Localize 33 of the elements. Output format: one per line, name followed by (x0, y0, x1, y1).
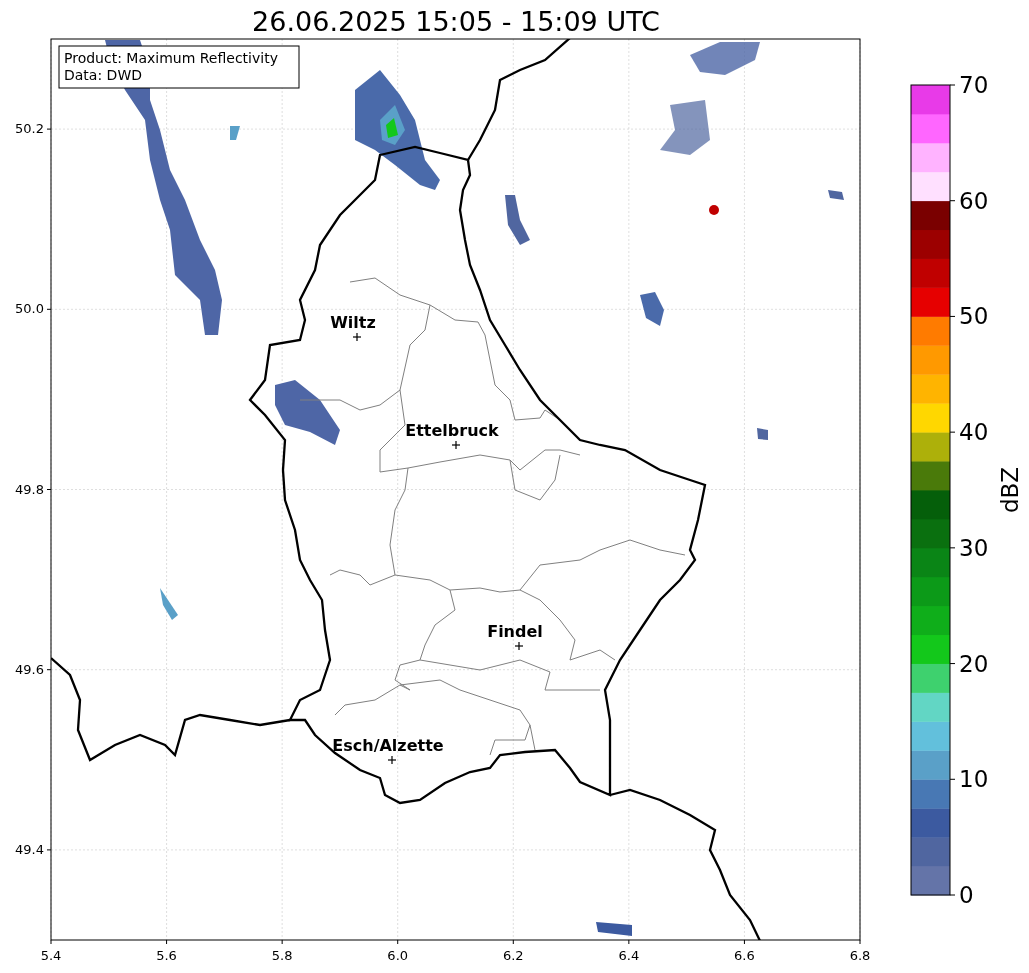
x-axis-tick-label: 5.4 (40, 948, 62, 963)
colorbar-label: dBZ (997, 466, 1023, 514)
colorbar-tick-label: 50 (959, 303, 989, 330)
colorbar-tick-label: 70 (959, 72, 989, 98)
city-label: Findel (487, 622, 543, 641)
colorbar-tick-label: 10 (959, 766, 989, 793)
colorbar-tick-label: 30 (959, 534, 989, 561)
city-marker-icon (451, 440, 461, 450)
x-axis-tick-label: 6.4 (618, 948, 640, 963)
y-axis-tick-label: 49.4 (15, 841, 44, 857)
colorbar-tick-label: 0 (959, 882, 974, 908)
city-marker-icon (352, 332, 362, 342)
y-axis-tick-label: 50.2 (15, 121, 44, 137)
x-axis-tick-label: 6.0 (387, 948, 409, 963)
x-axis-tick-label: 5.8 (271, 948, 293, 963)
city-marker-icon (387, 755, 397, 765)
colorbar-tick-label: 40 (959, 419, 989, 446)
info-text: Product: Maximum Reflectivity (64, 50, 278, 66)
colorbar-tick-label: 60 (959, 187, 989, 214)
info-text: Data: DWD (64, 67, 142, 83)
x-axis-tick-label: 5.6 (156, 948, 177, 963)
y-axis-tick-label: 49.6 (15, 661, 44, 677)
x-axis-tick-label: 6.8 (849, 948, 871, 963)
y-axis-tick-label: 49.8 (15, 481, 44, 497)
city-label: Esch/Alzette (332, 736, 444, 755)
city-marker-icon (514, 641, 524, 651)
x-axis-tick-label: 6.2 (502, 948, 524, 963)
city-label: Ettelbruck (405, 421, 499, 440)
y-axis-tick-label: 50.0 (15, 301, 44, 317)
x-axis-tick-label: 6.6 (734, 948, 755, 963)
city-label: Wiltz (330, 313, 376, 332)
chart-title: 26.06.2025 15:05 - 15:09 UTC (252, 6, 660, 37)
colorbar-tick-label: 20 (959, 650, 989, 677)
